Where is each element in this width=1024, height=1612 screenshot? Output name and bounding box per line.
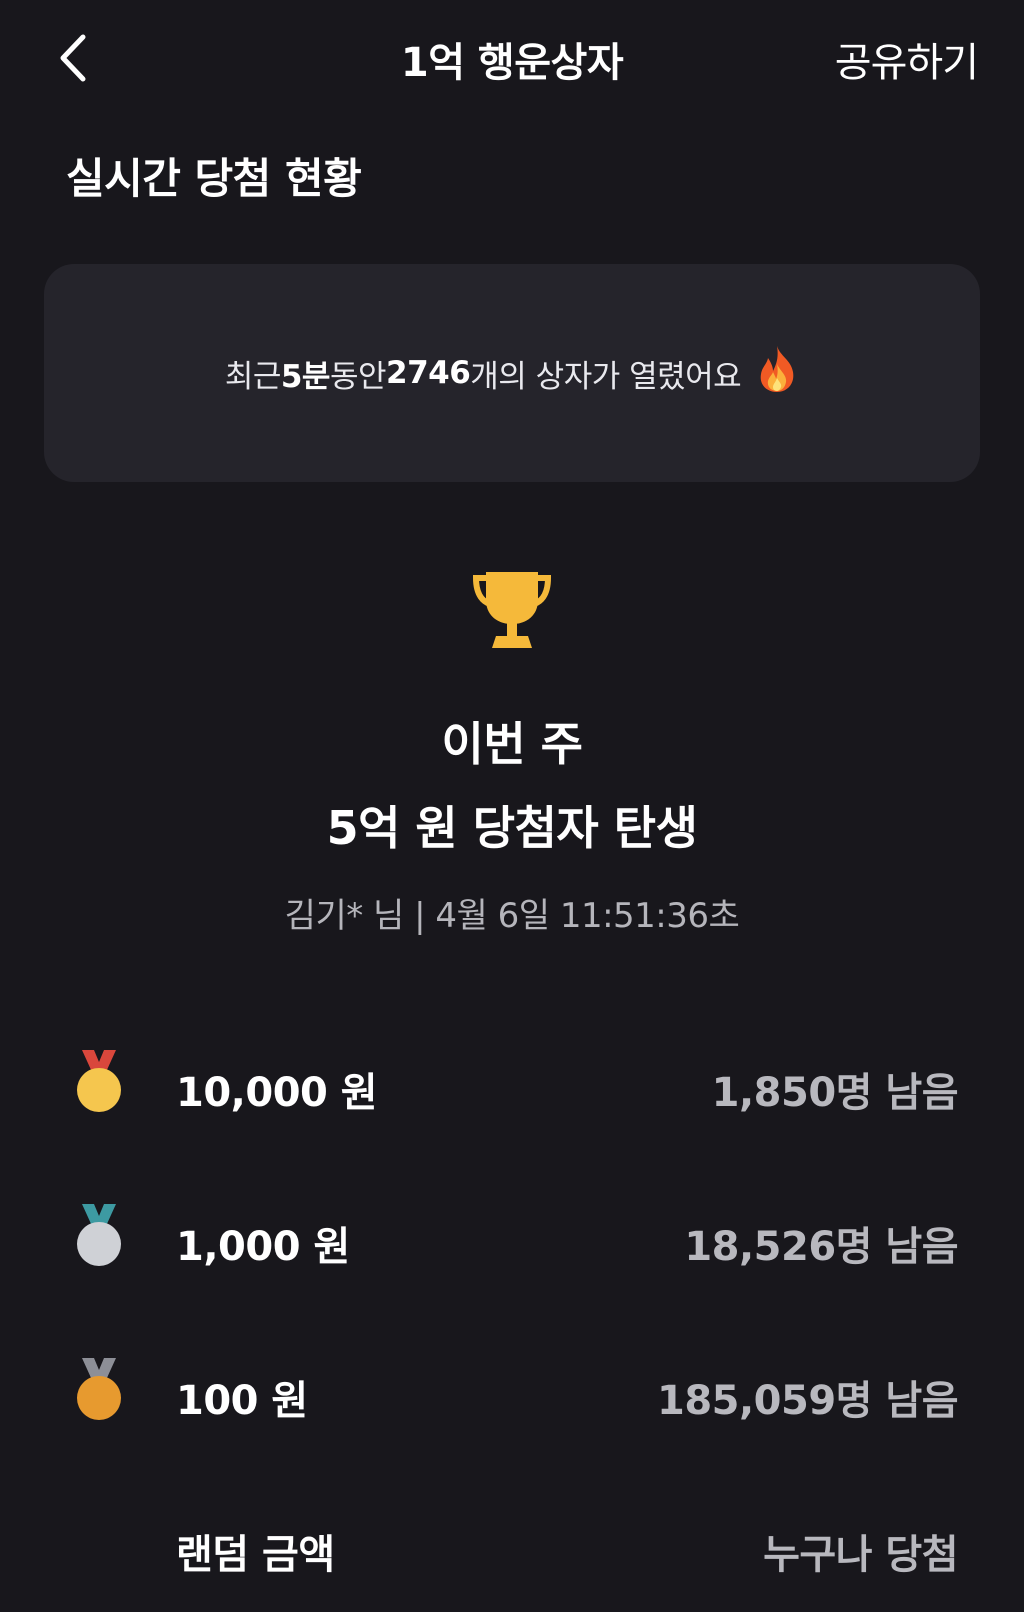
recent-open-stat-card: 최근 5분 동안 2746 개의 상자가 열렸어요 (44, 264, 980, 482)
silver-medal-icon (74, 1204, 124, 1268)
trophy-icon (472, 570, 552, 654)
prize-row: 10,000 원 1,850명 남음 (0, 1050, 1024, 1130)
stat-minutes: 5분 (280, 358, 331, 395)
winner-heading-line1: 이번 주 (441, 717, 583, 771)
bronze-medal-icon (74, 1358, 124, 1422)
stat-prefix: 최근 (224, 358, 282, 395)
recent-open-stat-text: 최근 5분 동안 2746 개의 상자가 열렸어요 (225, 344, 799, 402)
prize-amount: 랜덤 금액 (176, 1532, 335, 1578)
stat-suffix: 개의 상자가 열렸어요 (470, 358, 742, 395)
stat-middle: 동안 (329, 358, 387, 395)
prize-row: 랜덤 금액 누구나 당첨 (0, 1512, 1024, 1592)
winner-heading-line2: 5억 원 당첨자 탄생 (326, 801, 698, 855)
prize-amount: 10,000 원 (176, 1070, 378, 1116)
prize-amount: 1,000 원 (176, 1224, 350, 1270)
gold-medal-icon (74, 1050, 124, 1114)
winner-meta: 김기* 님 | 4월 6일 11:51:36초 (284, 896, 740, 936)
prize-remaining: 18,526명 남음 (684, 1224, 958, 1270)
stat-count: 2746 (386, 355, 471, 391)
fire-icon (755, 344, 799, 402)
share-button[interactable]: 공유하기 (835, 30, 979, 88)
section-title: 실시간 당첨 현황 (66, 154, 362, 203)
top-bar: 1억 행운상자 공유하기 (0, 0, 1024, 120)
prize-remaining: 185,059명 남음 (656, 1378, 959, 1424)
prize-remaining: 누구나 당첨 (763, 1532, 958, 1578)
prize-row: 1,000 원 18,526명 남음 (0, 1204, 1024, 1284)
prize-amount: 100 원 (176, 1378, 308, 1424)
prize-row: 100 원 185,059명 남음 (0, 1358, 1024, 1438)
prize-remaining: 1,850명 남음 (711, 1070, 959, 1116)
